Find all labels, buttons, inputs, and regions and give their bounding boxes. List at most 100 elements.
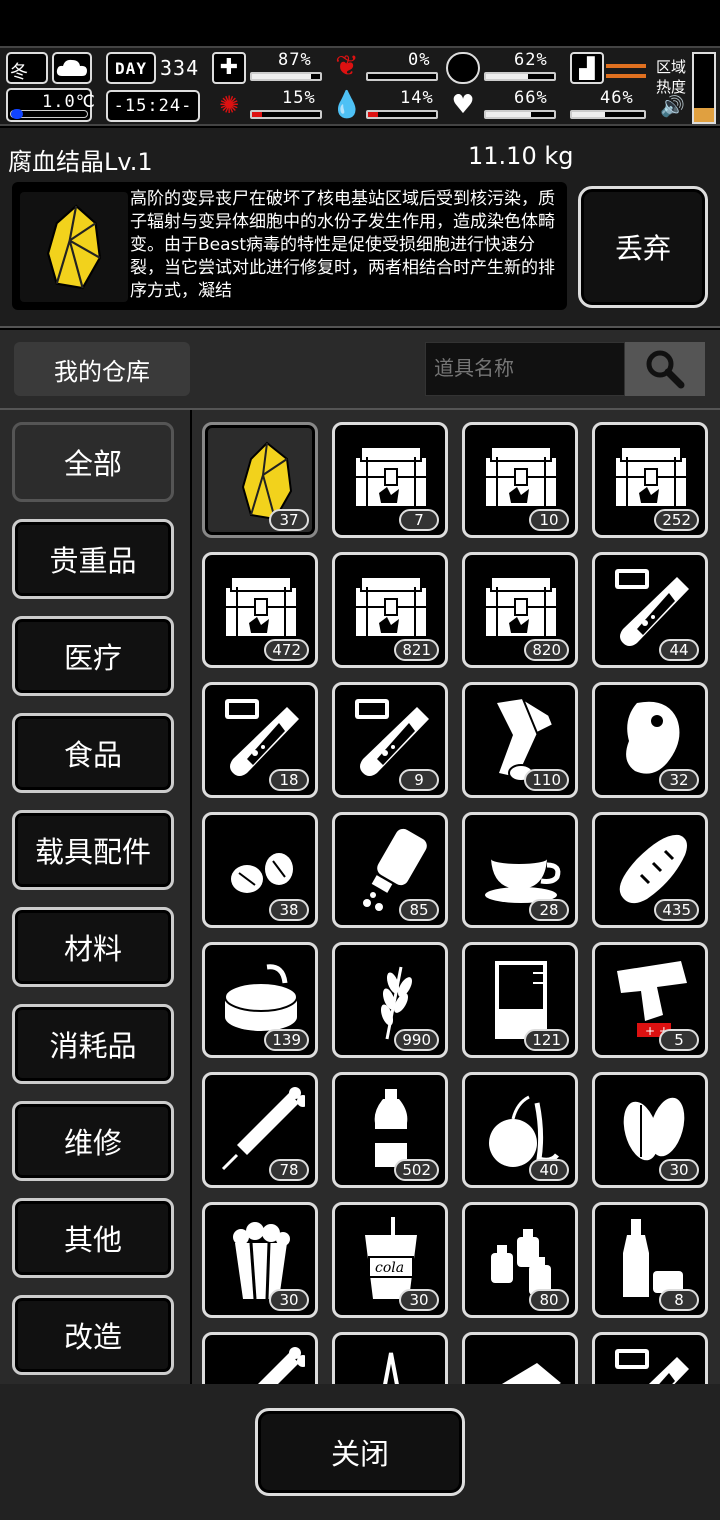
item-count-badge: 820 <box>524 639 569 661</box>
item-slot[interactable]: 10 <box>462 422 578 538</box>
item-slot[interactable] <box>332 1332 448 1384</box>
item-count-badge: 30 <box>659 1159 699 1181</box>
item-count-badge: 5 <box>659 1029 699 1051</box>
warehouse-bar: 我的仓库 <box>0 330 720 410</box>
item-slot[interactable]: + +5 <box>592 942 708 1058</box>
category-sidebar: 全部贵重品医疗食品载具配件材料消耗品维修其他改造 <box>0 410 190 1384</box>
item-count-badge: 435 <box>654 899 699 921</box>
item-slot[interactable]: cola 30 <box>332 1202 448 1318</box>
bread-icon <box>619 834 687 904</box>
item-slot[interactable]: 30 <box>202 1202 318 1318</box>
blood-value: 14% <box>400 88 434 108</box>
syringe-icon <box>221 1087 305 1171</box>
syringe-tube-icon <box>225 699 299 776</box>
item-slot[interactable]: 18 <box>202 682 318 798</box>
temperature-box: 1.0℃ <box>6 88 95 122</box>
item-slot[interactable]: 502 <box>332 1072 448 1188</box>
category-6[interactable]: 消耗品 <box>12 1004 174 1084</box>
item-weight: 11.10 kg <box>468 142 574 170</box>
search-button[interactable] <box>625 342 705 396</box>
category-2[interactable]: 医疗 <box>12 616 174 696</box>
category-7[interactable]: 维修 <box>12 1101 174 1181</box>
item-count-badge: 44 <box>659 639 699 661</box>
item-slot[interactable]: 9 <box>332 682 448 798</box>
beaker-icon <box>495 961 547 1039</box>
search-icon <box>646 350 685 389</box>
warehouse-label: 我的仓库 <box>14 342 190 396</box>
category-5[interactable]: 材料 <box>12 907 174 987</box>
item-slot[interactable]: 38 <box>202 812 318 928</box>
item-count-badge: 37 <box>269 509 309 531</box>
item-slot[interactable]: 28 <box>462 812 578 928</box>
mood-value: 66% <box>514 88 548 108</box>
category-4[interactable]: 载具配件 <box>12 810 174 890</box>
meat-icon <box>626 701 680 774</box>
item-slot[interactable]: 7 <box>332 422 448 538</box>
category-0[interactable]: 全部 <box>12 422 174 502</box>
stamina-indicator <box>606 64 646 68</box>
item-slot[interactable]: 821 <box>332 552 448 668</box>
item-count-badge: 30 <box>269 1289 309 1311</box>
fruit-icon <box>489 1095 559 1167</box>
season-box: 冬 <box>6 52 48 84</box>
close-button[interactable]: 关闭 <box>255 1408 465 1496</box>
footer: 关闭 <box>0 1384 720 1520</box>
hunger-value: 0% <box>408 50 431 70</box>
category-9[interactable]: 改造 <box>12 1295 174 1375</box>
item-count-badge: 78 <box>269 1159 309 1181</box>
item-count-badge: 121 <box>524 1029 569 1051</box>
item-count-badge: 8 <box>659 1289 699 1311</box>
item-slot[interactable]: 110 <box>462 682 578 798</box>
item-slot[interactable]: 32 <box>592 682 708 798</box>
item-slot[interactable] <box>202 1332 318 1384</box>
item-slot[interactable]: 252 <box>592 422 708 538</box>
item-slot[interactable]: 44 <box>592 552 708 668</box>
thirst-value: 62% <box>514 50 548 70</box>
item-slot[interactable]: 80 <box>462 1202 578 1318</box>
season-label: 冬 <box>10 62 29 83</box>
tool-icon <box>383 1352 399 1384</box>
item-slot[interactable]: 820 <box>462 552 578 668</box>
item-count-badge: 32 <box>659 769 699 791</box>
boot-icon: ▟ <box>570 52 604 84</box>
search-input[interactable] <box>425 342 625 396</box>
item-slot[interactable] <box>592 1332 708 1384</box>
crate-icon <box>484 446 558 508</box>
medkit-icon: ✚ <box>212 52 246 84</box>
heat-gauge <box>692 52 716 124</box>
temperature-value: 1.0℃ <box>42 92 96 112</box>
category-3[interactable]: 食品 <box>12 713 174 793</box>
item-slot[interactable] <box>462 1332 578 1384</box>
coffee-cup-icon <box>485 854 561 903</box>
item-count-badge: 28 <box>529 899 569 921</box>
category-8[interactable]: 其他 <box>12 1198 174 1278</box>
canteen-icon <box>446 52 480 84</box>
temperature-gauge <box>10 109 88 119</box>
stamina-value: 46% <box>600 88 634 108</box>
day-badge: DAY <box>106 52 156 84</box>
item-slot[interactable]: 139 <box>202 942 318 1058</box>
syringe-icon <box>258 1347 305 1384</box>
item-slot[interactable]: 78 <box>202 1072 318 1188</box>
day-label: DAY <box>115 58 147 78</box>
item-count-badge: 80 <box>529 1289 569 1311</box>
item-slot[interactable]: 435 <box>592 812 708 928</box>
item-slot[interactable]: 85 <box>332 812 448 928</box>
item-slot[interactable]: 40 <box>462 1072 578 1188</box>
item-count-badge: 252 <box>654 509 699 531</box>
bandage-roll-icon <box>497 696 555 781</box>
drop-button[interactable]: 丢弃 <box>578 186 708 308</box>
syringe-tube-icon <box>615 569 689 646</box>
category-1[interactable]: 贵重品 <box>12 519 174 599</box>
item-slot[interactable]: 121 <box>462 942 578 1058</box>
item-slot[interactable]: 37 <box>202 422 318 538</box>
crate-icon <box>224 576 298 638</box>
speaker-icon[interactable]: 🔊 <box>660 94 685 118</box>
item-slot[interactable]: 8 <box>592 1202 708 1318</box>
item-slot[interactable]: 990 <box>332 942 448 1058</box>
item-description-box: 高阶的变异丧尸在破坏了核电基站区域后受到核污染，质子辐射与变异体细胞中的水份子发… <box>12 182 567 310</box>
item-slot[interactable]: 472 <box>202 552 318 668</box>
item-count-badge: 85 <box>399 899 439 921</box>
item-count-badge: 139 <box>264 1029 309 1051</box>
item-slot[interactable]: 30 <box>592 1072 708 1188</box>
